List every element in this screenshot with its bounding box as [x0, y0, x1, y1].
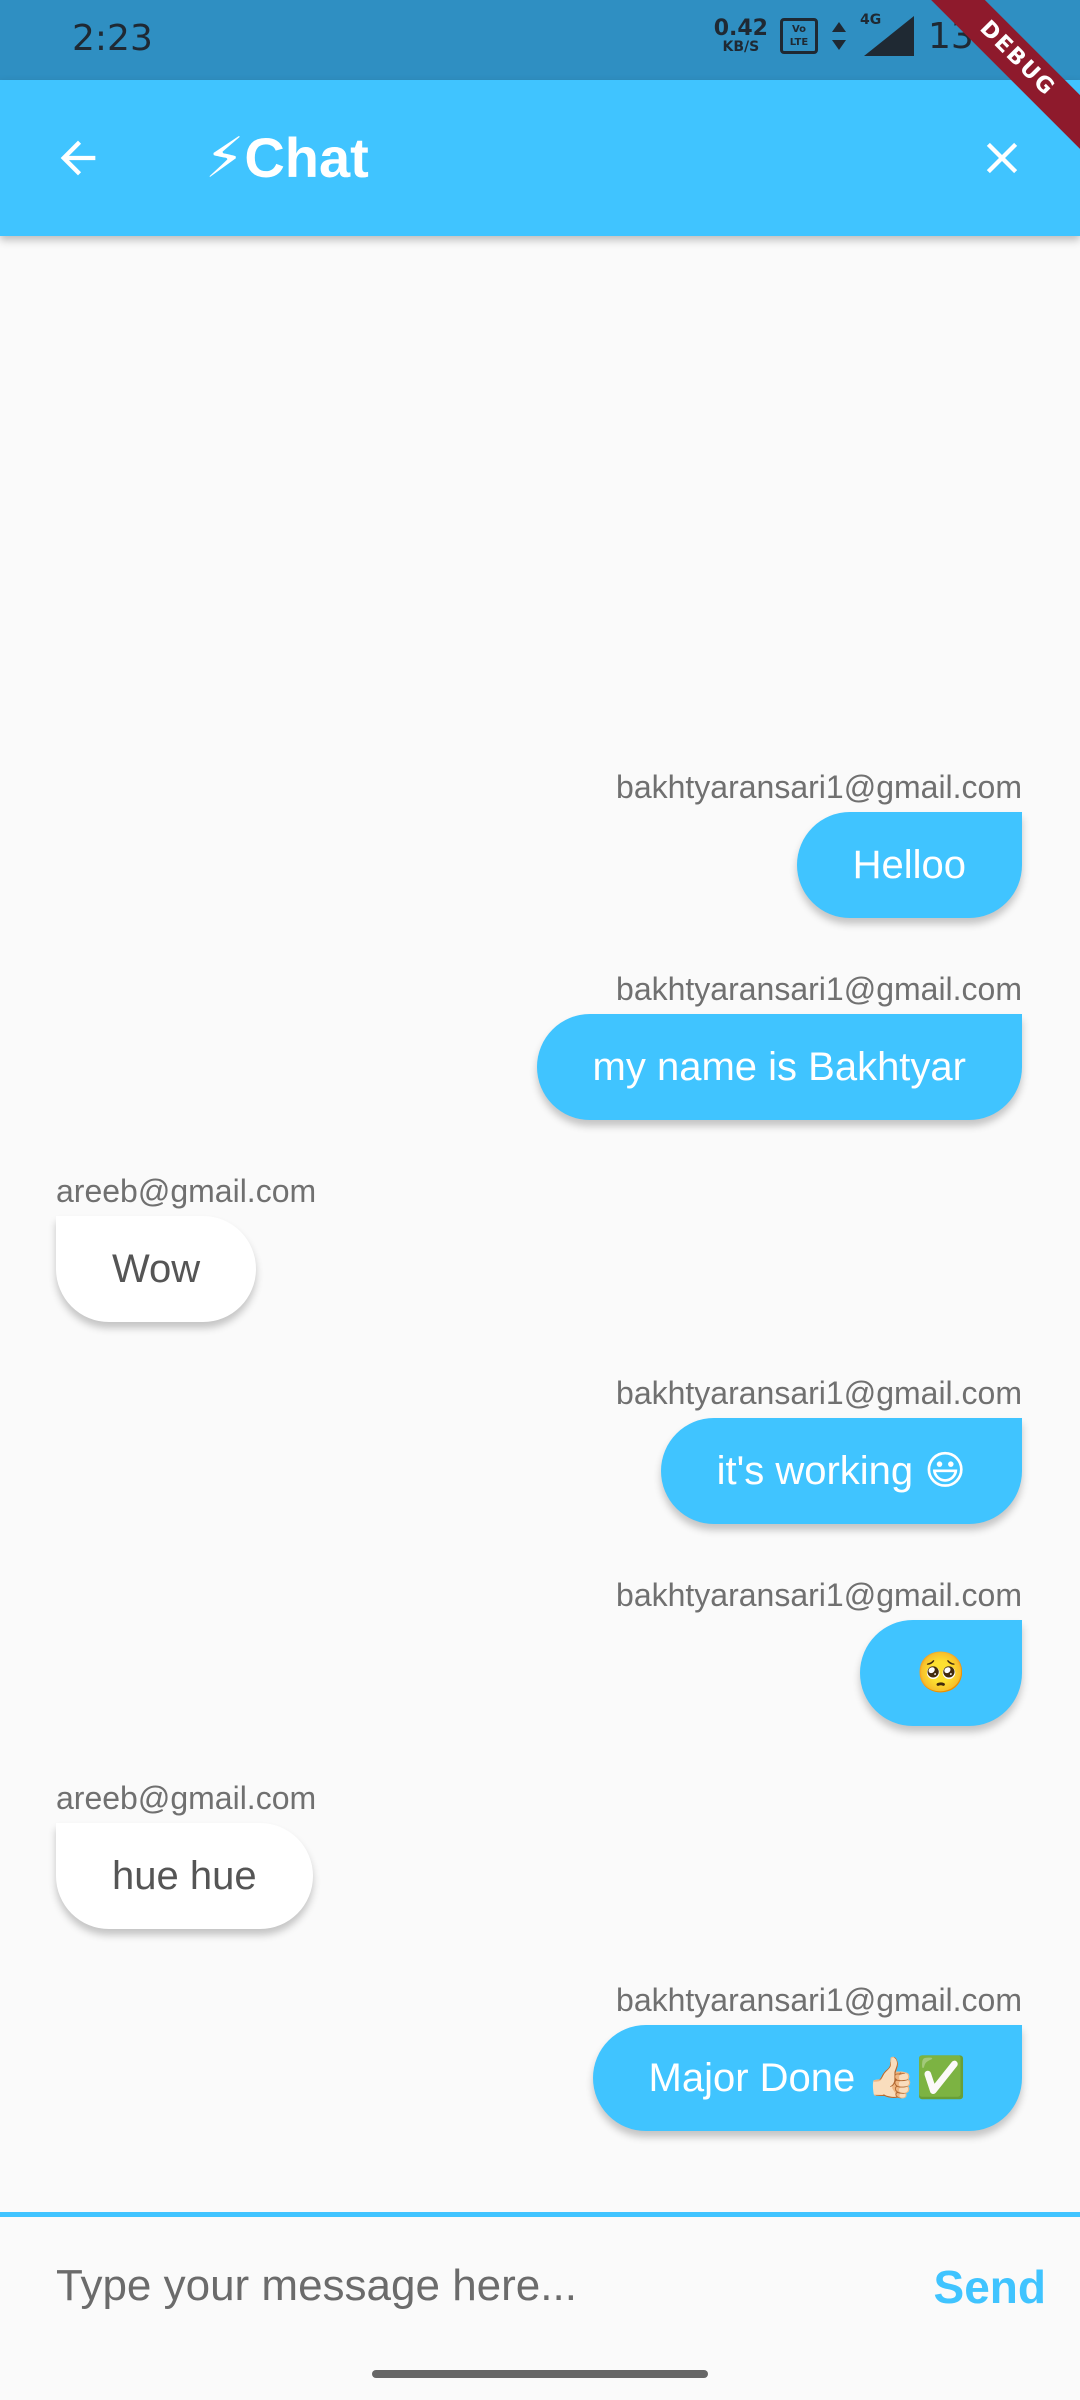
message-bubble: Helloo [796, 812, 1022, 918]
message-item: bakhtyaransari1@gmail.com Helloo [616, 768, 1022, 918]
send-button[interactable]: Send [934, 2247, 1046, 2327]
message-bubble: it's working 😃 [660, 1418, 1022, 1524]
message-sender: bakhtyaransari1@gmail.com [616, 971, 1022, 1007]
message-bubble: Major Done 👍🏻✅ [592, 2025, 1022, 2131]
message-bubble: 🥺 [860, 1620, 1022, 1726]
network-speed-unit: KB/S [722, 39, 760, 55]
message-list[interactable]: bakhtyaransari1@gmail.com Helloo bakhtya… [0, 236, 1080, 2212]
message-sender: bakhtyaransari1@gmail.com [616, 1577, 1022, 1613]
message-composer: Send [0, 2212, 1080, 2356]
app-bar: ⚡ Chat [0, 80, 1080, 236]
lightning-icon: ⚡ [205, 126, 245, 189]
message-item: areeb@gmail.com hue hue [56, 1779, 316, 1929]
message-item: areeb@gmail.com Wow [56, 1172, 316, 1322]
message-sender: bakhtyaransari1@gmail.com [616, 1982, 1022, 2018]
message-input[interactable] [56, 2243, 876, 2329]
message-item: bakhtyaransari1@gmail.com 🥺 [616, 1576, 1022, 1726]
message-bubble: Wow [56, 1216, 257, 1322]
close-button[interactable] [964, 120, 1040, 196]
network-speed: 0.42 KB/S [713, 16, 768, 55]
message-sender: bakhtyaransari1@gmail.com [616, 1375, 1022, 1411]
page-title-text: Chat [244, 126, 369, 189]
message-sender: areeb@gmail.com [56, 1173, 317, 1209]
back-button[interactable] [40, 120, 116, 196]
message-item: bakhtyaransari1@gmail.com Major Done 👍🏻✅ [592, 1981, 1022, 2131]
gesture-nav-handle[interactable] [372, 2370, 708, 2378]
message-bubble: hue hue [56, 1823, 313, 1929]
network-type-label: 4G [859, 12, 882, 28]
arrow-left-icon [60, 140, 96, 176]
page-title: ⚡ Chat [205, 124, 369, 192]
volte-icon: Vo LTE [779, 18, 818, 54]
message-bubble: my name is Bakhtyar [536, 1014, 1022, 1120]
status-bar: 2:23 0.42 KB/S Vo LTE 4G 13% [0, 0, 1080, 80]
message-sender: bakhtyaransari1@gmail.com [616, 769, 1022, 805]
message-item: bakhtyaransari1@gmail.com my name is Bak… [536, 970, 1022, 1120]
message-item: bakhtyaransari1@gmail.com it's working 😃 [616, 1374, 1022, 1524]
status-time: 2:23 [72, 18, 153, 59]
close-icon [986, 142, 1018, 174]
data-arrows-icon [831, 22, 846, 50]
signal-icon: 4G [859, 12, 916, 58]
message-sender: areeb@gmail.com [56, 1780, 317, 1816]
network-speed-value: 0.42 [713, 16, 768, 41]
